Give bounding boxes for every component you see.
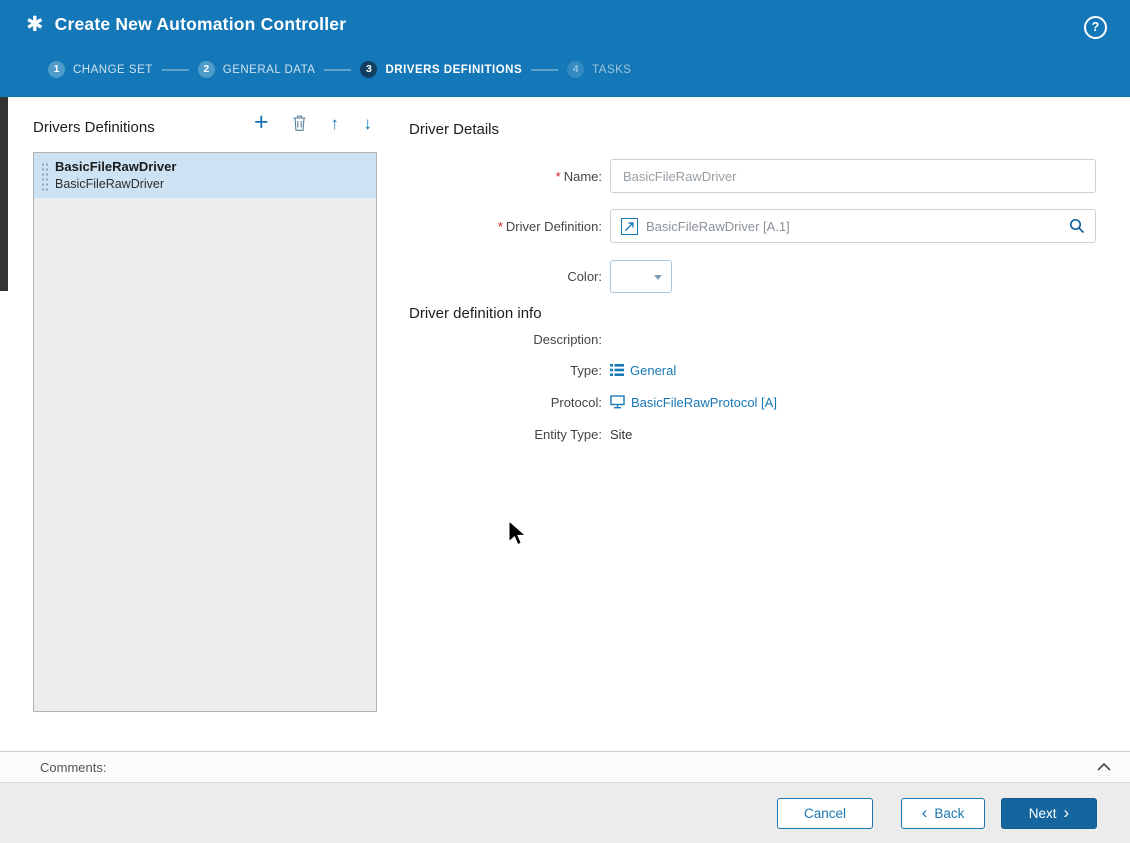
step-number: 3 bbox=[360, 61, 377, 78]
required-marker: * bbox=[498, 219, 503, 234]
step-label: DRIVERS DEFINITIONS bbox=[385, 64, 522, 76]
step-label: TASKS bbox=[592, 64, 631, 76]
name-label-text: Name: bbox=[564, 169, 602, 184]
type-general-icon bbox=[610, 364, 624, 376]
cancel-label: Cancel bbox=[804, 806, 846, 821]
mouse-cursor bbox=[508, 520, 528, 553]
comments-bar[interactable]: Comments: bbox=[0, 751, 1130, 783]
entity-type-label: Entity Type: bbox=[409, 427, 602, 442]
required-marker: * bbox=[556, 169, 561, 184]
step-general-data[interactable]: 2 GENERAL DATA bbox=[198, 61, 316, 78]
step-number: 1 bbox=[48, 61, 65, 78]
title-row: ✱ Create New Automation Controller bbox=[0, 0, 1130, 35]
protocol-row: Protocol: BasicFileRawProtocol [A] bbox=[409, 393, 1096, 411]
type-value-link[interactable]: General bbox=[630, 363, 676, 378]
step-label: CHANGE SET bbox=[73, 64, 153, 76]
color-label-text: Color: bbox=[567, 269, 602, 284]
move-up-button[interactable]: ↑ bbox=[331, 115, 340, 132]
color-row: Color: bbox=[409, 259, 1096, 293]
name-label: *Name: bbox=[409, 169, 602, 184]
name-row: *Name: bbox=[409, 159, 1096, 193]
driver-definition-label: *Driver Definition: bbox=[409, 219, 602, 234]
wizard-stepper: 1 CHANGE SET 2 GENERAL DATA 3 DRIVERS DE… bbox=[48, 61, 631, 78]
color-label: Color: bbox=[409, 269, 602, 284]
protocol-label: Protocol: bbox=[409, 395, 602, 410]
list-toolbar: + ↑ ↓ bbox=[254, 109, 372, 137]
next-label: Next bbox=[1029, 806, 1057, 821]
step-connector bbox=[162, 69, 189, 71]
drivers-definitions-title: Drivers Definitions bbox=[33, 119, 155, 136]
asterisk-icon: ✱ bbox=[26, 14, 44, 35]
driver-item-name: BasicFileRawDriver bbox=[55, 159, 366, 174]
description-row: Description: bbox=[409, 330, 1096, 348]
step-tasks[interactable]: 4 TASKS bbox=[567, 61, 631, 78]
footer-buttons: Cancel ‹ Back Next › bbox=[777, 798, 1097, 829]
driver-definition-value: BasicFileRawDriver [A.1] bbox=[646, 219, 1069, 234]
driver-definition-info-title: Driver definition info bbox=[409, 305, 542, 322]
driver-definition-label-text: Driver Definition: bbox=[506, 219, 602, 234]
delete-driver-button[interactable] bbox=[293, 115, 306, 131]
color-dropdown[interactable] bbox=[610, 260, 672, 293]
back-label: Back bbox=[934, 806, 964, 821]
trash-icon bbox=[293, 115, 306, 131]
list-item-selected[interactable]: BasicFileRawDriver BasicFileRawDriver bbox=[34, 153, 376, 198]
add-driver-button[interactable]: + bbox=[254, 112, 269, 132]
step-number: 2 bbox=[198, 61, 215, 78]
step-label: GENERAL DATA bbox=[223, 64, 316, 76]
move-down-button[interactable]: ↓ bbox=[363, 115, 372, 132]
driver-details-title: Driver Details bbox=[409, 121, 499, 138]
driver-definition-icon bbox=[621, 218, 638, 235]
search-icon[interactable] bbox=[1069, 218, 1085, 234]
back-button[interactable]: ‹ Back bbox=[901, 798, 985, 829]
drivers-list: BasicFileRawDriver BasicFileRawDriver bbox=[33, 152, 377, 712]
chevron-down-icon bbox=[654, 275, 662, 280]
next-button[interactable]: Next › bbox=[1001, 798, 1097, 829]
step-connector bbox=[324, 69, 351, 71]
chevron-up-icon[interactable] bbox=[1097, 763, 1111, 771]
name-input[interactable] bbox=[610, 159, 1096, 193]
background-window-edge bbox=[0, 97, 8, 291]
page-title: Create New Automation Controller bbox=[55, 14, 347, 35]
step-connector bbox=[531, 69, 558, 71]
type-label: Type: bbox=[409, 363, 602, 378]
dialog-header: ✱ Create New Automation Controller ? 1 C… bbox=[0, 0, 1130, 97]
description-label: Description: bbox=[409, 332, 602, 347]
drag-handle-icon bbox=[41, 162, 48, 191]
driver-definition-row: *Driver Definition: BasicFileRawDriver [… bbox=[409, 209, 1096, 243]
protocol-value-link[interactable]: BasicFileRawProtocol [A] bbox=[631, 395, 777, 410]
comments-label: Comments: bbox=[40, 760, 106, 775]
entity-type-row: Entity Type: Site bbox=[409, 425, 1096, 443]
cancel-button[interactable]: Cancel bbox=[777, 798, 873, 829]
driver-item-description: BasicFileRawDriver bbox=[55, 177, 366, 191]
chevron-right-icon: › bbox=[1064, 804, 1070, 821]
step-drivers-definitions[interactable]: 3 DRIVERS DEFINITIONS bbox=[360, 61, 522, 78]
chevron-left-icon: ‹ bbox=[922, 804, 928, 821]
protocol-monitor-icon bbox=[610, 395, 625, 409]
type-row: Type: General bbox=[409, 361, 1096, 379]
driver-definition-lookup[interactable]: BasicFileRawDriver [A.1] bbox=[610, 209, 1096, 243]
help-icon[interactable]: ? bbox=[1084, 16, 1107, 39]
dialog-footer: Cancel ‹ Back Next › bbox=[0, 783, 1130, 843]
step-change-set[interactable]: 1 CHANGE SET bbox=[48, 61, 153, 78]
entity-type-value: Site bbox=[610, 427, 632, 442]
step-number: 4 bbox=[567, 61, 584, 78]
create-automation-controller-dialog: ✱ Create New Automation Controller ? 1 C… bbox=[0, 0, 1130, 843]
